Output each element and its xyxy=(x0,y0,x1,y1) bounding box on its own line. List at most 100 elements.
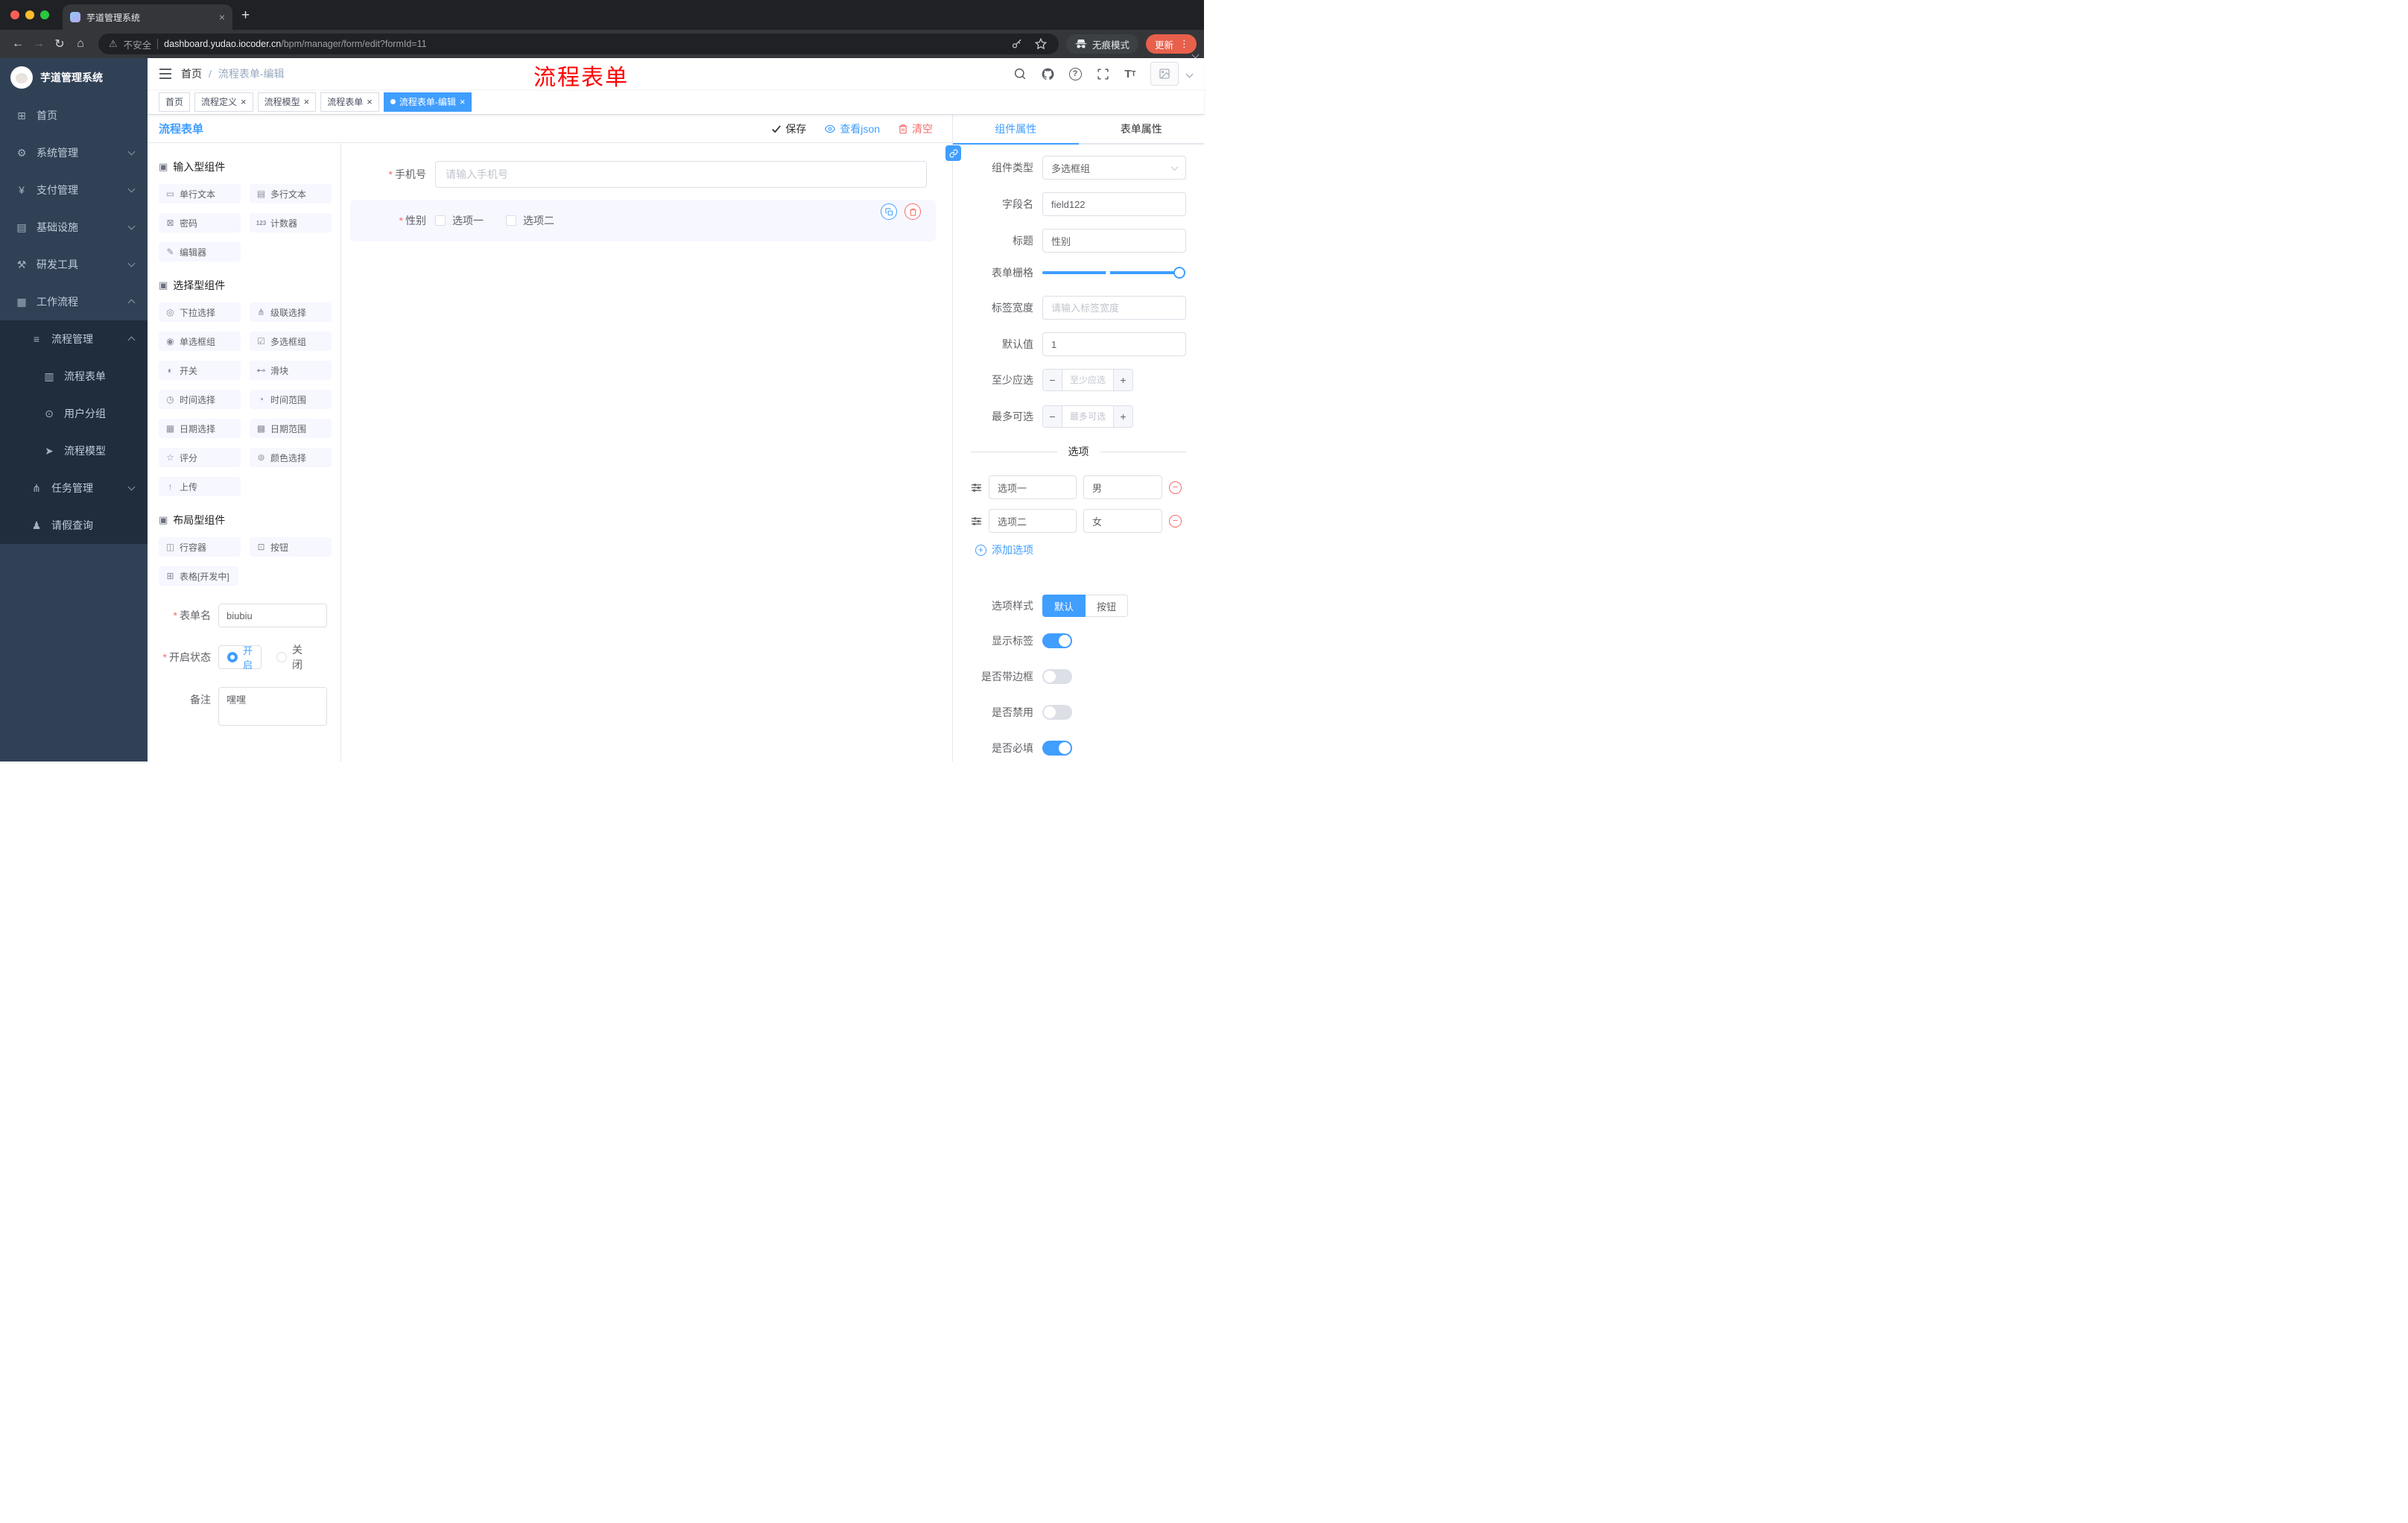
hamburger-icon[interactable] xyxy=(159,68,172,80)
palette-chip-radio-group[interactable]: ◉ 单选框组 xyxy=(159,332,241,351)
palette-chip-editor[interactable]: ✎ 编辑器 xyxy=(159,242,241,262)
sidebar-item-process-form[interactable]: ▥ 流程表单 xyxy=(0,358,148,395)
min-select-input[interactable] xyxy=(1062,370,1113,390)
palette-chip-date-picker[interactable]: ▦ 日期选择 xyxy=(159,419,241,438)
tag-process-form-edit[interactable]: 流程表单-编辑 × xyxy=(383,92,472,112)
component-type-select[interactable]: 多选框组 xyxy=(1042,156,1186,180)
sidebar-item-system[interactable]: ⚙ 系统管理 xyxy=(0,134,148,171)
palette-chip-rate[interactable]: ☆ 评分 xyxy=(159,448,241,467)
sidebar-item-workflow[interactable]: ▦ 工作流程 xyxy=(0,283,148,320)
tag-close-icon[interactable]: × xyxy=(304,97,310,107)
field-name-input[interactable] xyxy=(1042,192,1186,216)
palette-chip-switch[interactable]: ◐ 开关 xyxy=(159,361,241,380)
sidebar-item-process-model[interactable]: ➤ 流程模型 xyxy=(0,432,148,469)
window-minimize-button[interactable] xyxy=(25,10,34,19)
increase-button[interactable]: + xyxy=(1113,370,1132,390)
address-bar[interactable]: ⚠ 不安全 dashboard.yudao.iocoder.cn/bpm/man… xyxy=(98,34,1059,54)
new-tab-button[interactable]: + xyxy=(241,7,250,24)
back-button[interactable]: ← xyxy=(7,34,28,54)
save-button[interactable]: 保存 xyxy=(771,121,806,136)
fullscreen-icon[interactable] xyxy=(1095,66,1110,81)
phone-input[interactable] xyxy=(435,161,927,188)
form-name-input[interactable] xyxy=(218,604,327,627)
browser-tab[interactable]: 芋道管理系统 × xyxy=(63,4,232,30)
help-icon[interactable]: ? xyxy=(1068,66,1083,81)
palette-chip-row-container[interactable]: ◫ 行容器 xyxy=(159,537,241,557)
increase-button[interactable]: + xyxy=(1113,406,1132,427)
palette-chip-multi-line-text[interactable]: ▤ 多行文本 xyxy=(250,184,332,203)
palette-chip-button[interactable]: ⊡ 按钮 xyxy=(250,537,332,557)
palette-chip-time-range[interactable]: ◔ 时间范围 xyxy=(250,390,332,409)
status-off-radio[interactable]: 关闭 xyxy=(276,642,312,672)
browser-update-button[interactable]: 更新 ⋮ xyxy=(1145,34,1197,54)
palette-chip-upload[interactable]: ↑ 上传 xyxy=(159,477,241,496)
breadcrumb-home[interactable]: 首页 xyxy=(181,66,202,81)
slider-handle[interactable] xyxy=(1173,267,1185,279)
forward-button[interactable]: → xyxy=(28,34,49,54)
browser-menu-icon[interactable]: ⋮ xyxy=(1179,38,1189,50)
github-icon[interactable] xyxy=(1040,66,1055,81)
reload-button[interactable]: ↻ xyxy=(49,34,70,54)
clear-button[interactable]: 清空 xyxy=(898,121,933,136)
tag-process-form[interactable]: 流程表单 × xyxy=(320,92,379,112)
palette-chip-password[interactable]: ⊠ 密码 xyxy=(159,213,241,232)
delete-field-button[interactable] xyxy=(904,203,921,220)
option-2-value-input[interactable] xyxy=(1083,509,1162,533)
tag-process-definition[interactable]: 流程定义 × xyxy=(194,92,253,112)
view-json-button[interactable]: 查看json xyxy=(824,121,880,136)
palette-chip-cascader[interactable]: ⋔ 级联选择 xyxy=(250,303,332,322)
palette-chip-single-line-text[interactable]: ▭ 单行文本 xyxy=(159,184,241,203)
palette-chip-checkbox-group[interactable]: ☑ 多选框组 xyxy=(250,332,332,351)
title-input[interactable] xyxy=(1042,229,1186,253)
required-switch[interactable] xyxy=(1042,741,1072,756)
canvas-field-gender-selected[interactable]: * 性别 选项一 选项二 xyxy=(350,200,936,241)
status-on-radio[interactable]: 开启 xyxy=(218,645,262,671)
tab-close-icon[interactable]: × xyxy=(219,11,225,23)
gender-option-2-checkbox[interactable]: 选项二 xyxy=(506,213,554,228)
decrease-button[interactable]: − xyxy=(1043,406,1062,427)
search-icon[interactable] xyxy=(1013,66,1027,81)
font-size-icon[interactable]: TT xyxy=(1123,66,1138,81)
tag-close-icon[interactable]: × xyxy=(460,97,466,107)
show-label-switch[interactable] xyxy=(1042,633,1072,648)
grid-slider[interactable] xyxy=(1042,267,1185,279)
palette-chip-table[interactable]: ⊞ 表格[开发中] xyxy=(159,566,238,586)
tag-close-icon[interactable]: × xyxy=(367,97,373,107)
drag-handle-icon[interactable] xyxy=(971,516,982,527)
form-remark-textarea[interactable]: 嘿嘿 xyxy=(218,687,327,726)
home-button[interactable]: ⌂ xyxy=(70,34,91,54)
option-1-label-input[interactable] xyxy=(989,475,1077,499)
max-select-input[interactable] xyxy=(1062,406,1113,427)
sidebar-logo[interactable]: 芋道管理系统 xyxy=(0,58,148,97)
remove-option-button[interactable]: − xyxy=(1169,481,1182,494)
profile-chevron-icon[interactable] xyxy=(1191,51,1200,59)
style-button-button[interactable]: 按钮 xyxy=(1086,595,1129,617)
sidebar-item-infra[interactable]: ▤ 基础设施 xyxy=(0,209,148,246)
password-key-icon[interactable] xyxy=(1010,37,1024,51)
default-value-input[interactable] xyxy=(1042,332,1186,356)
style-default-button[interactable]: 默认 xyxy=(1042,595,1086,617)
border-switch[interactable] xyxy=(1042,669,1072,684)
tag-close-icon[interactable]: × xyxy=(241,97,247,107)
tab-component-props[interactable]: 组件属性 xyxy=(953,115,1079,145)
canvas-field-phone[interactable]: * 手机号 xyxy=(358,161,927,188)
sidebar-item-task-mgmt[interactable]: ⋔ 任务管理 xyxy=(0,469,148,507)
palette-chip-date-range[interactable]: ▩ 日期范围 xyxy=(250,419,332,438)
duplicate-field-button[interactable] xyxy=(881,203,897,220)
link-badge[interactable] xyxy=(945,145,961,161)
sidebar-item-process-mgmt[interactable]: ≡ 流程管理 xyxy=(0,320,148,358)
option-1-value-input[interactable] xyxy=(1083,475,1162,499)
window-close-button[interactable] xyxy=(10,10,19,19)
tag-process-model[interactable]: 流程模型 × xyxy=(257,92,317,112)
palette-chip-counter[interactable]: 123 计数器 xyxy=(250,213,332,232)
avatar-caret-icon[interactable] xyxy=(1185,70,1194,77)
window-zoom-button[interactable] xyxy=(40,10,49,19)
drag-handle-icon[interactable] xyxy=(971,482,982,493)
tab-form-props[interactable]: 表单属性 xyxy=(1079,115,1205,143)
bookmark-star-icon[interactable] xyxy=(1033,37,1048,51)
add-option-button[interactable]: + 添加选项 xyxy=(975,542,1186,557)
sidebar-item-devtools[interactable]: ⚒ 研发工具 xyxy=(0,246,148,283)
sidebar-item-leave-query[interactable]: ♟ 请假查询 xyxy=(0,507,148,544)
palette-chip-color-picker[interactable]: ⊚ 颜色选择 xyxy=(250,448,332,467)
sidebar-item-payment[interactable]: ¥ 支付管理 xyxy=(0,171,148,209)
